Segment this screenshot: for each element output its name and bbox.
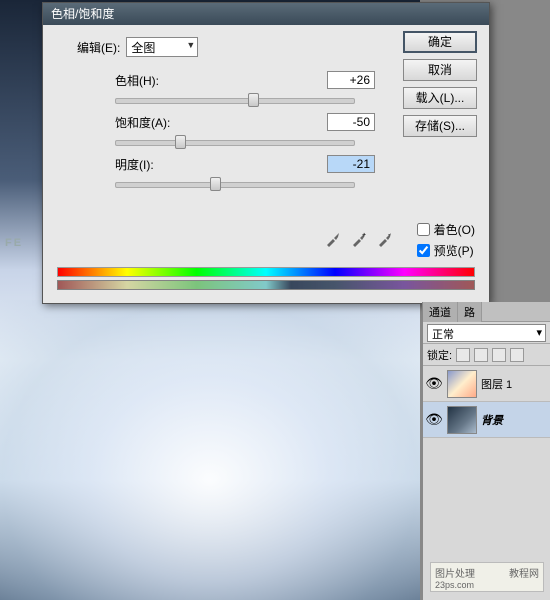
tab-channels[interactable]: 通道: [423, 302, 458, 322]
spectrum-bars: [57, 267, 475, 291]
visibility-icon[interactable]: 👁: [425, 411, 443, 428]
load-button[interactable]: 载入(L)...: [403, 87, 477, 109]
layers-panel: 通道 路 正常 锁定: 👁 图层 1 👁 背景: [422, 302, 550, 600]
layer-row[interactable]: 👁 背景: [423, 402, 550, 438]
lightness-thumb[interactable]: [210, 177, 221, 191]
saturation-slider[interactable]: [115, 133, 355, 151]
spectrum-top: [57, 267, 475, 277]
saturation-label: 饱和度(A):: [115, 114, 170, 131]
spectrum-bottom: [57, 280, 475, 290]
colorize-checkbox[interactable]: [417, 223, 430, 236]
canvas-text: FE: [5, 237, 23, 249]
dialog-title: 色相/饱和度: [43, 3, 489, 25]
svg-text:-: -: [388, 232, 391, 239]
lock-move-icon[interactable]: [492, 348, 506, 362]
saturation-input[interactable]: -50: [327, 113, 375, 131]
layer-name[interactable]: 图层 1: [481, 376, 512, 392]
lightness-label: 明度(I):: [115, 156, 154, 173]
edit-label: 编辑(E):: [77, 39, 120, 56]
layer-row[interactable]: 👁 图层 1: [423, 366, 550, 402]
lock-label: 锁定:: [427, 347, 452, 363]
hue-slider[interactable]: [115, 91, 355, 109]
lock-paint-icon[interactable]: [474, 348, 488, 362]
eyedropper-subtract-icon[interactable]: -: [377, 231, 393, 247]
eyedropper-icon[interactable]: [325, 231, 341, 247]
hue-thumb[interactable]: [248, 93, 259, 107]
preview-checkbox[interactable]: [417, 244, 430, 257]
hue-input[interactable]: +26: [327, 71, 375, 89]
layer-name[interactable]: 背景: [481, 412, 503, 428]
hue-label: 色相(H):: [115, 72, 159, 89]
colorize-label: 着色(O): [434, 221, 475, 238]
preview-label: 预览(P): [434, 242, 474, 259]
ok-button[interactable]: 确定: [403, 31, 477, 53]
watermark: 图片处理 教程网 23ps.com: [430, 562, 544, 592]
eyedropper-add-icon[interactable]: +: [351, 231, 367, 247]
tab-paths[interactable]: 路: [458, 302, 482, 322]
layer-thumbnail: [447, 370, 477, 398]
lock-transparent-icon[interactable]: [456, 348, 470, 362]
saturation-thumb[interactable]: [175, 135, 186, 149]
hue-saturation-dialog: 色相/饱和度 编辑(E): 全图 色相(H): +26 饱和度(A): -50: [42, 2, 490, 304]
blend-mode-dropdown[interactable]: 正常: [427, 324, 546, 342]
visibility-icon[interactable]: 👁: [425, 375, 443, 392]
edit-dropdown[interactable]: 全图: [126, 37, 198, 57]
save-button[interactable]: 存储(S)...: [403, 115, 477, 137]
cancel-button[interactable]: 取消: [403, 59, 477, 81]
lightness-input[interactable]: -21: [327, 155, 375, 173]
lock-all-icon[interactable]: [510, 348, 524, 362]
layer-thumbnail: [447, 406, 477, 434]
lightness-slider[interactable]: [115, 175, 355, 193]
svg-text:+: +: [362, 232, 366, 239]
